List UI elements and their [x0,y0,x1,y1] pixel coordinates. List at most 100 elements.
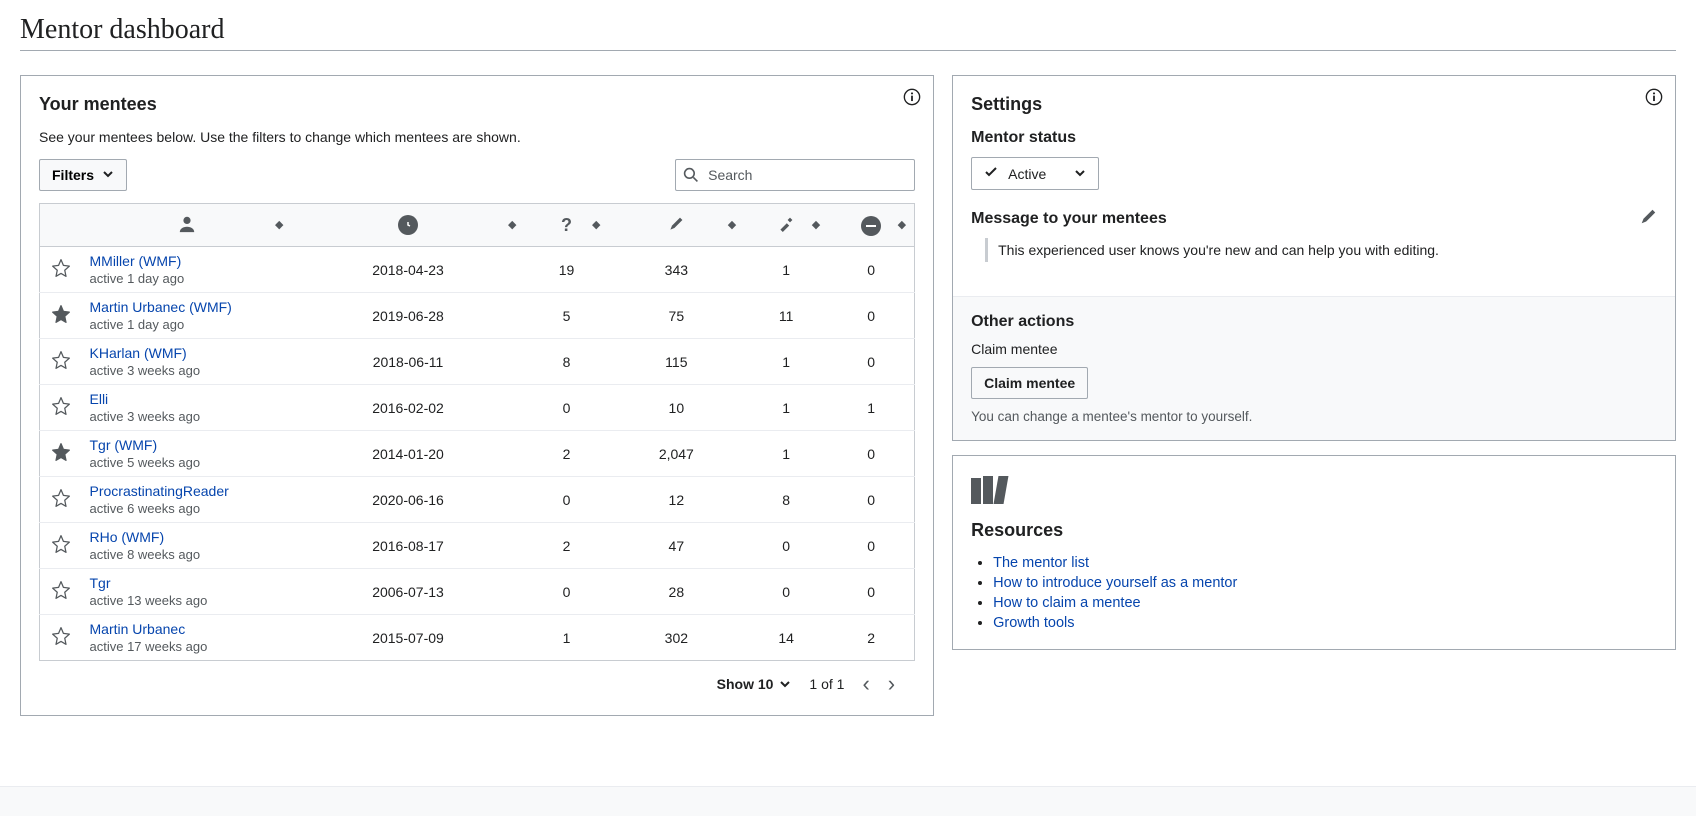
cell-date: 2019-06-28 [292,293,525,339]
cell-date: 2016-08-17 [292,523,525,569]
edit-message-button[interactable] [1639,208,1657,231]
list-item: How to claim a mentee [993,595,1657,611]
other-actions-title: Other actions [971,313,1657,331]
mentee-link[interactable]: ProcrastinatingReader [90,483,284,499]
cell-questions: 5 [525,293,609,339]
claim-mentee-button[interactable]: Claim mentee [971,367,1088,399]
books-icon [971,474,1657,504]
filters-button[interactable]: Filters [39,159,127,191]
mentor-status-dropdown[interactable]: Active [971,157,1099,190]
cell-edits: 115 [608,339,744,385]
mentee-active: active 6 weeks ago [90,501,284,516]
minus-circle-icon [861,216,881,236]
pencil-icon [668,219,684,235]
mentee-link[interactable]: Tgr [90,575,284,591]
cell-edits: 75 [608,293,744,339]
mentee-active: active 1 day ago [90,317,284,332]
cell-edits: 12 [608,477,744,523]
star-toggle[interactable] [51,495,71,511]
info-icon[interactable] [903,88,921,111]
mentees-title: Your mentees [39,94,915,115]
col-blocks[interactable]: ◆ [828,204,914,247]
mentee-active: active 13 weeks ago [90,593,284,608]
prev-page[interactable]: ‹ [862,671,869,697]
mentee-link[interactable]: KHarlan (WMF) [90,345,284,361]
mentee-active: active 3 weeks ago [90,363,284,378]
cell-edits: 302 [608,615,744,661]
mentee-link[interactable]: Martin Urbanec [90,621,284,637]
cell-reverts: 1 [744,339,828,385]
star-toggle[interactable] [51,311,71,327]
cell-reverts: 11 [744,293,828,339]
table-row: RHo (WMF)active 8 weeks ago2016-08-17247… [40,523,915,569]
col-reverts[interactable]: ◆ [744,204,828,247]
mentee-link[interactable]: Elli [90,391,284,407]
table-row: Martin Urbanec active 17 weeks ago 2015-07… [40,615,915,661]
cell-blocks: 0 [828,293,914,339]
cell-edits: 343 [608,247,744,293]
cell-reverts: 1 [744,385,828,431]
cell-questions: 8 [525,339,609,385]
mentee-message: This experienced user knows you're new a… [985,238,1657,262]
col-registered[interactable]: ◆ [292,204,525,247]
chevron-down-icon [102,167,114,183]
cell-blocks: 0 [828,523,914,569]
cell-blocks: 0 [828,569,914,615]
show-per-page[interactable]: Show 10 [717,676,792,692]
star-toggle[interactable] [51,265,71,281]
cell-reverts: 0 [744,569,828,615]
page-title: Mentor dashboard [20,14,1676,51]
cell-date: 2016-02-02 [292,385,525,431]
cell-date: 2014-01-20 [292,431,525,477]
cell-questions: 0 [525,569,609,615]
mentee-active: active 5 weeks ago [90,455,284,470]
cell-date: 2015-07-09 [292,615,525,661]
next-page[interactable]: › [888,671,895,697]
cell-questions: 0 [525,385,609,431]
col-questions[interactable]: ?◆ [525,204,609,247]
cell-blocks: 0 [828,431,914,477]
mentees-table: ◆ ◆ ?◆ ◆ ◆ ◆ MMiller (WMF) active 1 day a… [39,203,915,661]
col-edits[interactable]: ◆ [608,204,744,247]
cell-reverts: 14 [744,615,828,661]
col-user[interactable]: ◆ [82,204,292,247]
star-toggle[interactable] [51,587,71,603]
check-icon [984,165,998,182]
mentee-link[interactable]: MMiller (WMF) [90,253,284,269]
cell-edits: 28 [608,569,744,615]
cell-edits: 2,047 [608,431,744,477]
resource-link[interactable]: The mentor list [993,555,1089,571]
cell-reverts: 1 [744,247,828,293]
star-toggle[interactable] [51,403,71,419]
resource-link[interactable]: How to claim a mentee [993,595,1140,611]
search-input[interactable] [675,159,915,191]
mentee-link[interactable]: Tgr (WMF) [90,437,284,453]
mentees-hint: See your mentees below. Use the filters … [39,129,915,145]
cell-edits: 47 [608,523,744,569]
star-toggle[interactable] [51,449,71,465]
table-row: Martin Urbanec (WMF) active 1 day ago 2019… [40,293,915,339]
table-pager: Show 10 1 of 1 ‹ › [39,661,915,701]
star-toggle[interactable] [51,541,71,557]
resource-link[interactable]: Growth tools [993,615,1074,631]
star-toggle[interactable] [51,633,71,649]
mentor-status-value: Active [1008,166,1046,182]
mentee-active: active 17 weeks ago [90,639,284,654]
info-icon[interactable] [1645,88,1663,111]
mentee-link[interactable]: Martin Urbanec (WMF) [90,299,284,315]
cell-date: 2020-06-16 [292,477,525,523]
search-icon [683,167,699,183]
table-row: Tgractive 13 weeks ago2006-07-1302800 [40,569,915,615]
list-item: The mentor list [993,555,1657,571]
cell-reverts: 8 [744,477,828,523]
mentor-status-label: Mentor status [971,129,1657,147]
table-row: ProcrastinatingReader active 6 weeks ago 2… [40,477,915,523]
cell-reverts: 1 [744,431,828,477]
cell-blocks: 0 [828,339,914,385]
cell-date: 2006-07-13 [292,569,525,615]
star-toggle[interactable] [51,357,71,373]
cell-blocks: 1 [828,385,914,431]
cell-reverts: 0 [744,523,828,569]
resource-link[interactable]: How to introduce yourself as a mentor [993,575,1237,591]
mentee-link[interactable]: RHo (WMF) [90,529,284,545]
